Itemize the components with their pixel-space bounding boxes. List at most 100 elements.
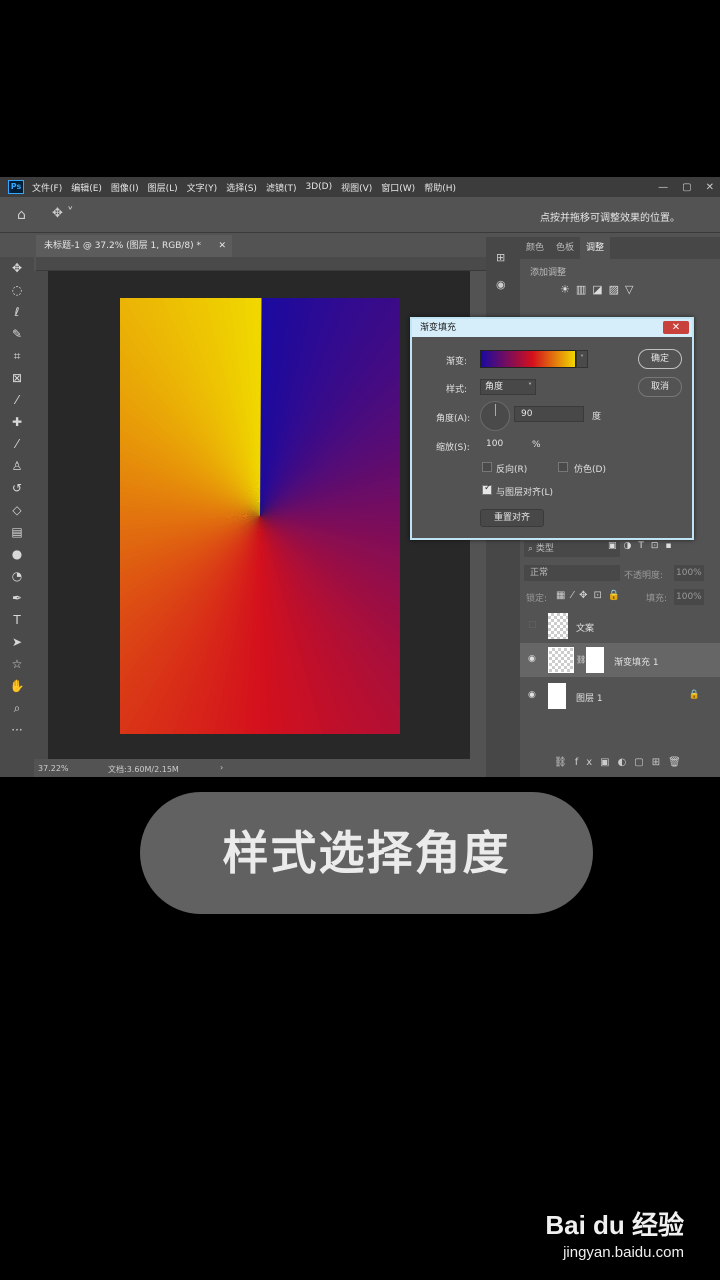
- menu-select[interactable]: 选择(S): [226, 181, 257, 194]
- close-window-icon[interactable]: ✕: [706, 182, 714, 193]
- menu-3d[interactable]: 3D(D): [305, 182, 332, 192]
- brush-icon[interactable]: ⁄: [0, 433, 34, 455]
- angle-unit: 度: [592, 412, 602, 422]
- quick-select-icon[interactable]: ✎: [0, 323, 34, 345]
- more-tools-icon[interactable]: ···: [0, 719, 34, 741]
- adjustment-icons[interactable]: ☀▥◪▨▽: [560, 283, 640, 296]
- blur-icon[interactable]: ●: [0, 543, 34, 565]
- canvas-area[interactable]: [48, 271, 470, 759]
- options-bar: ⌂ ✥ ˅ 点按并拖移可调整效果的位置。: [0, 197, 720, 233]
- menu-bar: Ps 文件(F) 编辑(E) 图像(I) 图层(L) 文字(Y) 选择(S) 滤…: [0, 177, 720, 197]
- style-label: 样式:: [446, 385, 468, 395]
- panel-tabs: 颜色 色板 调整: [520, 237, 720, 259]
- layer-name: 文案: [576, 624, 595, 634]
- move-tool-icon[interactable]: ✥ ˅: [52, 206, 74, 221]
- hand-icon[interactable]: ✋: [0, 675, 34, 697]
- lock-label: 锁定:: [526, 594, 548, 604]
- marquee-icon[interactable]: ◌: [0, 279, 34, 301]
- document-tab[interactable]: 未标题-1 @ 37.2% (图层 1, RGB/8) * ✕: [36, 235, 232, 257]
- photoshop-logo-icon: Ps: [8, 180, 24, 194]
- frame-icon[interactable]: ⊠: [0, 367, 34, 389]
- tab-swatches[interactable]: 色板: [550, 237, 580, 259]
- home-icon[interactable]: ⌂: [17, 207, 26, 223]
- menu-view[interactable]: 视图(V): [341, 181, 372, 194]
- layers-footer-icons[interactable]: ⛓fx▣◐▢⊞🗑: [554, 757, 689, 768]
- gradient-swatch[interactable]: [480, 350, 576, 368]
- menu-file[interactable]: 文件(F): [32, 181, 62, 194]
- blend-mode-select[interactable]: 正常: [524, 565, 620, 581]
- zoom-icon[interactable]: ⌕: [0, 697, 34, 719]
- style-select[interactable]: 角度 ˅: [480, 379, 536, 395]
- status-arrow-icon[interactable]: ›: [220, 763, 223, 772]
- angle-input[interactable]: 90: [514, 406, 584, 422]
- lock-icons[interactable]: ▦⁄✥⊡🔒: [556, 590, 626, 601]
- dodge-icon[interactable]: ◔: [0, 565, 34, 587]
- chevron-down-icon: ˅: [528, 382, 532, 391]
- move-icon[interactable]: ✥: [0, 257, 34, 279]
- crop-icon[interactable]: ⌗: [0, 345, 34, 367]
- layer-row[interactable]: □ 文案: [520, 609, 720, 643]
- tab-color[interactable]: 颜色: [520, 237, 550, 259]
- tools-panel: ✥ ◌ ℓ ✎ ⌗ ⊠ ⁄ ✚ ⁄ ♙ ↺ ◇ ▤ ● ◔ ✒ T ➤ ☆ ✋ …: [0, 257, 34, 777]
- menu-window[interactable]: 窗口(W): [381, 181, 415, 194]
- reverse-label: 反向(R): [496, 465, 528, 475]
- window-controls: — ▢ ✕: [658, 177, 714, 197]
- maximize-icon[interactable]: ▢: [682, 182, 691, 193]
- angle-gradient-fill: [120, 298, 400, 734]
- minimize-icon[interactable]: —: [658, 182, 668, 193]
- zoom-level[interactable]: 37.22%: [38, 764, 69, 773]
- align-with-layer-checkbox[interactable]: [482, 483, 492, 495]
- gradient-fill-dialog: 渐变填充 ✕ 渐变: ˅ 样式: 角度 ˅ 角度(A): 90 度 缩放(S):…: [410, 317, 694, 540]
- eraser-icon[interactable]: ◇: [0, 499, 34, 521]
- layer-row[interactable]: ◉ 图层 1 🔒: [520, 679, 720, 713]
- opacity-field[interactable]: 100%: [674, 565, 704, 581]
- reverse-checkbox[interactable]: [482, 462, 492, 472]
- ok-button[interactable]: 确定: [638, 349, 682, 369]
- path-select-icon[interactable]: ➤: [0, 631, 34, 653]
- menu-help[interactable]: 帮助(H): [424, 181, 456, 194]
- layer-row[interactable]: ◉ ⛓ 渐变填充 1: [520, 643, 720, 677]
- align-with-layer-label: 与图层对齐(L): [496, 488, 554, 498]
- close-tab-icon[interactable]: ✕: [218, 235, 226, 257]
- layer-kind-filter[interactable]: ⌕ 类型: [524, 541, 620, 557]
- reset-alignment-button[interactable]: 重置对齐: [480, 509, 544, 527]
- visibility-off-icon[interactable]: □: [528, 620, 537, 630]
- layer-filter-icons[interactable]: ▣◑T⊡▪: [608, 541, 679, 551]
- menu-type[interactable]: 文字(Y): [187, 181, 218, 194]
- healing-icon[interactable]: ✚: [0, 411, 34, 433]
- 3d-icon[interactable]: ◉: [496, 278, 510, 291]
- fill-field[interactable]: 100%: [674, 589, 704, 605]
- options-hint: 点按并拖移可调整效果的位置。: [540, 213, 680, 224]
- chevron-down-icon[interactable]: ˅: [576, 350, 588, 368]
- angle-dial[interactable]: [480, 401, 510, 431]
- dialog-title-bar: 渐变填充 ✕: [412, 319, 692, 337]
- link-icon[interactable]: ⛓: [576, 655, 586, 664]
- menu-filter[interactable]: 滤镜(T): [266, 181, 297, 194]
- dialog-title: 渐变填充: [420, 323, 457, 333]
- eye-icon[interactable]: ◉: [528, 654, 536, 664]
- eye-icon[interactable]: ◉: [528, 690, 536, 700]
- ruler-vertical: [34, 271, 48, 759]
- type-icon[interactable]: T: [0, 609, 34, 631]
- layer-thumbnail: [548, 613, 568, 639]
- eyedropper-icon[interactable]: ⁄: [0, 389, 34, 411]
- document-tab-label: 未标题-1 @ 37.2% (图层 1, RGB/8) *: [44, 241, 201, 251]
- history-icon[interactable]: ⊞: [496, 251, 510, 264]
- layers-panel: ⌕ 类型 ▣◑T⊡▪ 正常 不透明度: 100% 锁定: ▦⁄✥⊡🔒 填充: 1…: [520, 537, 720, 777]
- menu-layer[interactable]: 图层(L): [148, 181, 178, 194]
- stamp-icon[interactable]: ♙: [0, 455, 34, 477]
- close-icon[interactable]: ✕: [663, 321, 689, 334]
- cancel-button[interactable]: 取消: [638, 377, 682, 397]
- dither-checkbox[interactable]: [558, 462, 568, 472]
- history-brush-icon[interactable]: ↺: [0, 477, 34, 499]
- tab-adjustments[interactable]: 调整: [580, 237, 611, 259]
- artboard[interactable]: [120, 298, 400, 734]
- shape-icon[interactable]: ☆: [0, 653, 34, 675]
- menu-image[interactable]: 图像(I): [111, 181, 139, 194]
- menu-edit[interactable]: 编辑(E): [71, 181, 102, 194]
- scale-input[interactable]: 100: [480, 437, 520, 453]
- lasso-icon[interactable]: ℓ: [0, 301, 34, 323]
- gradient-icon[interactable]: ▤: [0, 521, 34, 543]
- pen-icon[interactable]: ✒: [0, 587, 34, 609]
- dither-label: 仿色(D): [574, 465, 606, 475]
